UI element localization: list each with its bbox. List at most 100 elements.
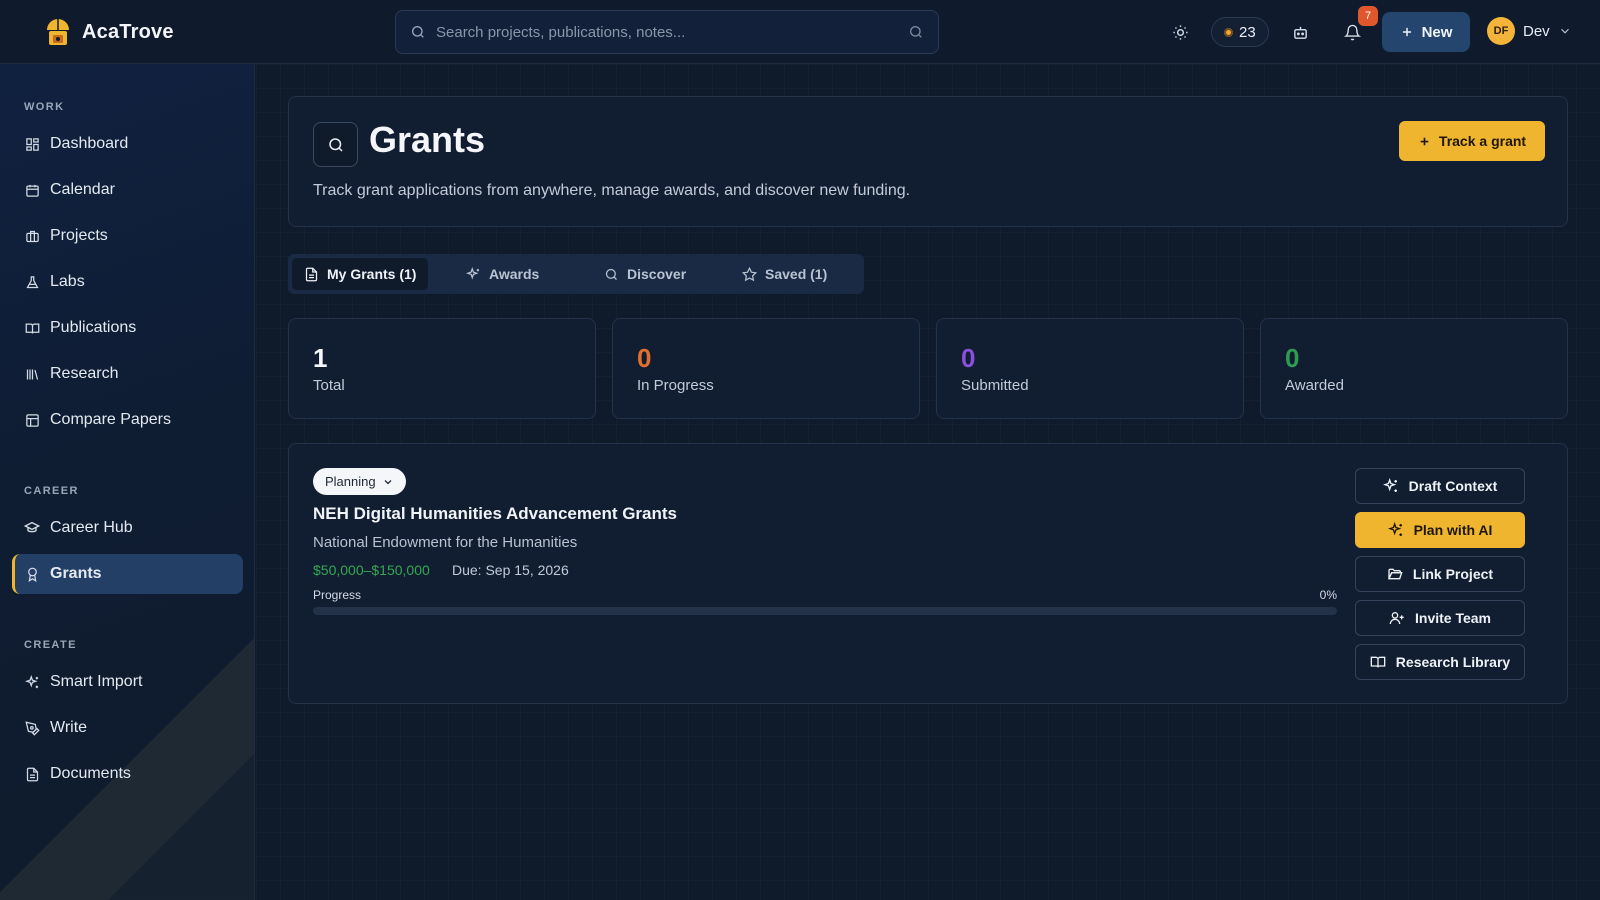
coin-icon <box>1224 27 1233 37</box>
grant-organization: National Endowment for the Humanities <box>313 534 578 551</box>
sparkles-icon <box>1382 478 1399 494</box>
stat-value: 1 <box>313 343 328 373</box>
page-title: Grants <box>369 119 486 160</box>
sparkles-icon <box>466 266 481 282</box>
tab-label: Discover <box>627 266 687 282</box>
theme-toggle-button[interactable] <box>1163 15 1197 49</box>
search-icon <box>604 267 619 282</box>
sidebar-item-label: Compare Papers <box>50 411 171 428</box>
sidebar-item-label: Career Hub <box>50 519 133 536</box>
sparkles-icon <box>24 674 40 690</box>
research-library-button[interactable]: Research Library <box>1355 644 1525 680</box>
stat-card-in-progress: 0 In Progress <box>612 318 920 419</box>
grant-title[interactable]: NEH Digital Humanities Advancement Grant… <box>313 504 677 524</box>
app-name: AcaTrove <box>82 20 174 43</box>
new-button[interactable]: New <box>1382 12 1470 52</box>
coins-count: 23 <box>1239 23 1256 41</box>
search-box[interactable] <box>395 10 939 54</box>
grant-amount: $50,000–$150,000 <box>313 562 430 578</box>
stat-value: 0 <box>961 343 976 373</box>
invite-team-button[interactable]: Invite Team <box>1355 600 1525 636</box>
stat-label: In Progress <box>637 377 714 394</box>
book-open-icon <box>24 320 40 336</box>
coins-balance[interactable]: 23 <box>1211 17 1269 47</box>
plus-icon <box>1418 135 1431 148</box>
tab-label: Saved (1) <box>765 266 828 282</box>
progress-label: Progress <box>313 588 362 602</box>
sidebar-item-label: Publications <box>50 319 137 336</box>
notifications-badge: 7 <box>1358 6 1378 26</box>
plan-with-ai-button[interactable]: Plan with AI <box>1355 512 1525 548</box>
status-dropdown[interactable]: Planning <box>313 468 406 495</box>
page-subtitle: Track grant applications from anywhere, … <box>313 182 911 199</box>
user-name: Dev <box>1523 22 1550 40</box>
main-content: Grants Track grant applications from any… <box>256 64 1600 900</box>
grant-due-date: Due: Sep 15, 2026 <box>452 562 569 578</box>
sidebar-item-compare-papers[interactable]: Compare Papers <box>12 400 243 440</box>
sidebar-item-projects[interactable]: Projects <box>12 216 243 256</box>
action-label: Invite Team <box>1415 610 1491 626</box>
sidebar-item-label: Grants <box>50 565 102 582</box>
tab-discover[interactable]: Discover <box>592 258 698 290</box>
section-label-work: WORK <box>24 101 65 113</box>
grant-card: Planning NEH Digital Humanities Advancem… <box>288 443 1568 704</box>
action-label: Draft Context <box>1408 478 1498 494</box>
stat-value: 0 <box>637 343 652 373</box>
assistant-bot-button[interactable] <box>1283 15 1317 49</box>
user-menu[interactable]: DF Dev <box>1487 17 1572 45</box>
user-plus-icon <box>1389 610 1405 626</box>
sidebar-item-publications[interactable]: Publications <box>12 308 243 348</box>
tab-label: My Grants (1) <box>327 266 417 282</box>
sidebar-item-research[interactable]: Research <box>12 354 243 394</box>
track-grant-label: Track a grant <box>1438 133 1527 149</box>
track-grant-button[interactable]: Track a grant <box>1399 121 1545 161</box>
document-icon <box>24 766 40 782</box>
progress-percent: 0% <box>1319 588 1337 602</box>
logo-icon <box>44 17 72 47</box>
new-button-label: New <box>1421 23 1453 41</box>
tab-awards[interactable]: Awards <box>454 258 551 290</box>
avatar: DF <box>1487 17 1515 45</box>
search-icon <box>410 24 426 40</box>
sidebar-item-dashboard[interactable]: Dashboard <box>12 124 243 164</box>
grid-icon <box>24 136 40 152</box>
sidebar-item-grants[interactable]: Grants <box>12 554 243 594</box>
book-open-icon <box>1370 654 1386 670</box>
search-submit-icon[interactable] <box>908 24 924 40</box>
tab-label: Awards <box>489 266 540 282</box>
sidebar: WORK Dashboard Calendar Projects Labs Pu… <box>0 64 255 900</box>
draft-context-button[interactable]: Draft Context <box>1355 468 1525 504</box>
table-icon <box>24 412 40 428</box>
stat-card-submitted: 0 Submitted <box>936 318 1244 419</box>
section-label-create: CREATE <box>24 639 77 651</box>
chevron-down-icon <box>382 476 394 488</box>
sidebar-item-label: Dashboard <box>50 135 129 152</box>
document-icon <box>304 267 319 282</box>
stat-label: Submitted <box>961 377 1029 394</box>
sidebar-item-label: Projects <box>50 227 108 244</box>
search-input[interactable] <box>436 23 898 41</box>
brand[interactable]: AcaTrove <box>44 17 174 47</box>
grant-tabs: My Grants (1) Awards Discover Saved (1) <box>288 254 864 294</box>
plus-icon <box>1400 25 1414 39</box>
section-label-career: CAREER <box>24 485 79 497</box>
link-project-button[interactable]: Link Project <box>1355 556 1525 592</box>
progress-bar <box>313 607 1337 615</box>
sidebar-item-calendar[interactable]: Calendar <box>12 170 243 210</box>
status-label: Planning <box>325 474 376 489</box>
pen-icon <box>24 720 40 736</box>
sidebar-item-write[interactable]: Write <box>12 708 243 748</box>
sidebar-item-smart-import[interactable]: Smart Import <box>12 662 243 702</box>
tab-my-grants[interactable]: My Grants (1) <box>292 258 429 290</box>
sidebar-item-label: Research <box>50 365 119 382</box>
stat-value: 0 <box>1285 343 1300 373</box>
tab-saved[interactable]: Saved (1) <box>730 258 839 290</box>
sidebar-item-labs[interactable]: Labs <box>12 262 243 302</box>
sidebar-item-documents[interactable]: Documents <box>12 754 243 794</box>
sidebar-item-career-hub[interactable]: Career Hub <box>12 508 243 548</box>
action-label: Link Project <box>1412 566 1494 582</box>
sun-icon <box>1172 24 1189 41</box>
stat-label: Awarded <box>1285 377 1344 394</box>
star-icon <box>742 266 757 282</box>
sparkles-icon <box>1387 522 1404 538</box>
